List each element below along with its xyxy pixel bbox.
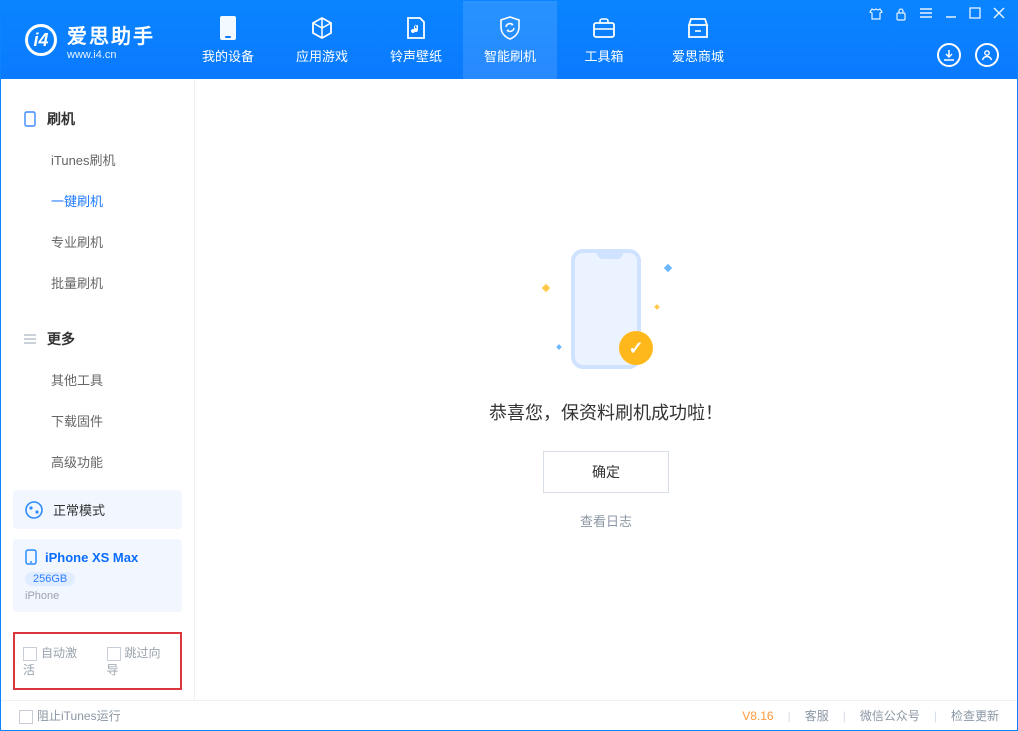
shield-refresh-icon bbox=[498, 16, 522, 40]
version-label: V8.16 bbox=[742, 709, 773, 723]
sidebar-item-other-tools[interactable]: 其他工具 bbox=[1, 359, 194, 400]
storage-badge: 256GB bbox=[25, 572, 75, 586]
device-type: iPhone bbox=[25, 590, 170, 602]
top-nav: 我的设备 应用游戏 铃声壁纸 智能刷机 工具箱 爱思商城 bbox=[181, 1, 745, 79]
minimize-icon[interactable] bbox=[945, 7, 957, 21]
device-name-label: iPhone XS Max bbox=[45, 550, 138, 565]
device-box[interactable]: iPhone XS Max 256GB iPhone bbox=[13, 539, 182, 612]
skip-guide-checkbox[interactable]: 跳过向导 bbox=[107, 644, 173, 678]
sidebar-header-more: 更多 bbox=[1, 319, 194, 359]
cube-icon bbox=[310, 16, 334, 40]
phone-icon bbox=[25, 549, 37, 565]
nav-label: 智能刷机 bbox=[484, 46, 536, 65]
app-title: 爱思助手 bbox=[67, 20, 155, 49]
nav-ringtones-wallpapers[interactable]: 铃声壁纸 bbox=[369, 1, 463, 79]
sidebar-item-download-firmware[interactable]: 下载固件 bbox=[1, 400, 194, 441]
close-icon[interactable] bbox=[993, 7, 1005, 21]
footer-link-wechat[interactable]: 微信公众号 bbox=[860, 707, 920, 724]
sidebar: 刷机 iTunes刷机 一键刷机 专业刷机 批量刷机 更多 其他工具 下载固件 … bbox=[1, 79, 195, 700]
user-button[interactable] bbox=[975, 43, 999, 67]
nav-my-device[interactable]: 我的设备 bbox=[181, 1, 275, 79]
phone-outline-icon bbox=[23, 112, 37, 126]
auto-activate-checkbox[interactable]: 自动激活 bbox=[23, 644, 89, 678]
nav-apps-games[interactable]: 应用游戏 bbox=[275, 1, 369, 79]
nav-smart-flash[interactable]: 智能刷机 bbox=[463, 1, 557, 79]
header-actions bbox=[937, 43, 999, 67]
sidebar-item-advanced[interactable]: 高级功能 bbox=[1, 441, 194, 482]
nav-label: 工具箱 bbox=[584, 46, 623, 65]
shirt-icon[interactable] bbox=[869, 7, 883, 21]
nav-label: 应用游戏 bbox=[296, 46, 348, 65]
sidebar-item-itunes-flash[interactable]: iTunes刷机 bbox=[1, 139, 194, 180]
sidebar-item-pro-flash[interactable]: 专业刷机 bbox=[1, 221, 194, 262]
app-header: i4 爱思助手 www.i4.cn 我的设备 应用游戏 铃声壁纸 智能刷机 工具… bbox=[1, 1, 1017, 79]
device-icon bbox=[216, 16, 240, 40]
nav-label: 爱思商城 bbox=[672, 46, 724, 65]
mode-label: 正常模式 bbox=[53, 500, 105, 519]
nav-label: 铃声壁纸 bbox=[390, 46, 442, 65]
block-itunes-checkbox[interactable]: 阻止iTunes运行 bbox=[19, 707, 121, 724]
footer-link-update[interactable]: 检查更新 bbox=[951, 707, 999, 724]
maximize-icon[interactable] bbox=[969, 7, 981, 21]
footer-link-support[interactable]: 客服 bbox=[805, 707, 829, 724]
view-log-link[interactable]: 查看日志 bbox=[580, 511, 632, 530]
toolbox-icon bbox=[592, 16, 616, 40]
nav-store[interactable]: 爱思商城 bbox=[651, 1, 745, 79]
store-icon bbox=[686, 16, 710, 40]
success-illustration: ✓ bbox=[541, 249, 671, 379]
menu-icon[interactable] bbox=[919, 7, 933, 21]
mode-box[interactable]: 正常模式 bbox=[13, 490, 182, 529]
nav-toolbox[interactable]: 工具箱 bbox=[557, 1, 651, 79]
download-button[interactable] bbox=[937, 43, 961, 67]
nav-label: 我的设备 bbox=[202, 46, 254, 65]
lock-icon[interactable] bbox=[895, 7, 907, 21]
main-content: ✓ 恭喜您，保资料刷机成功啦！ 确定 查看日志 bbox=[195, 79, 1017, 700]
sidebar-item-batch-flash[interactable]: 批量刷机 bbox=[1, 262, 194, 303]
list-icon bbox=[23, 332, 37, 346]
checkbox-row-highlighted: 自动激活 跳过向导 bbox=[13, 632, 182, 690]
footer: 阻止iTunes运行 V8.16 | 客服 | 微信公众号 | 检查更新 bbox=[1, 700, 1017, 730]
recycle-icon bbox=[25, 501, 43, 519]
window-controls bbox=[869, 7, 1005, 21]
check-badge-icon: ✓ bbox=[619, 331, 653, 365]
success-message: 恭喜您，保资料刷机成功啦！ bbox=[489, 399, 723, 425]
sidebar-item-oneclick-flash[interactable]: 一键刷机 bbox=[1, 180, 194, 221]
sidebar-header-flash: 刷机 bbox=[1, 99, 194, 139]
confirm-button[interactable]: 确定 bbox=[543, 451, 669, 493]
logo-area: i4 爱思助手 www.i4.cn bbox=[1, 20, 173, 61]
app-subtitle: www.i4.cn bbox=[67, 49, 155, 61]
app-logo-icon: i4 bbox=[25, 24, 57, 56]
music-file-icon bbox=[404, 16, 428, 40]
